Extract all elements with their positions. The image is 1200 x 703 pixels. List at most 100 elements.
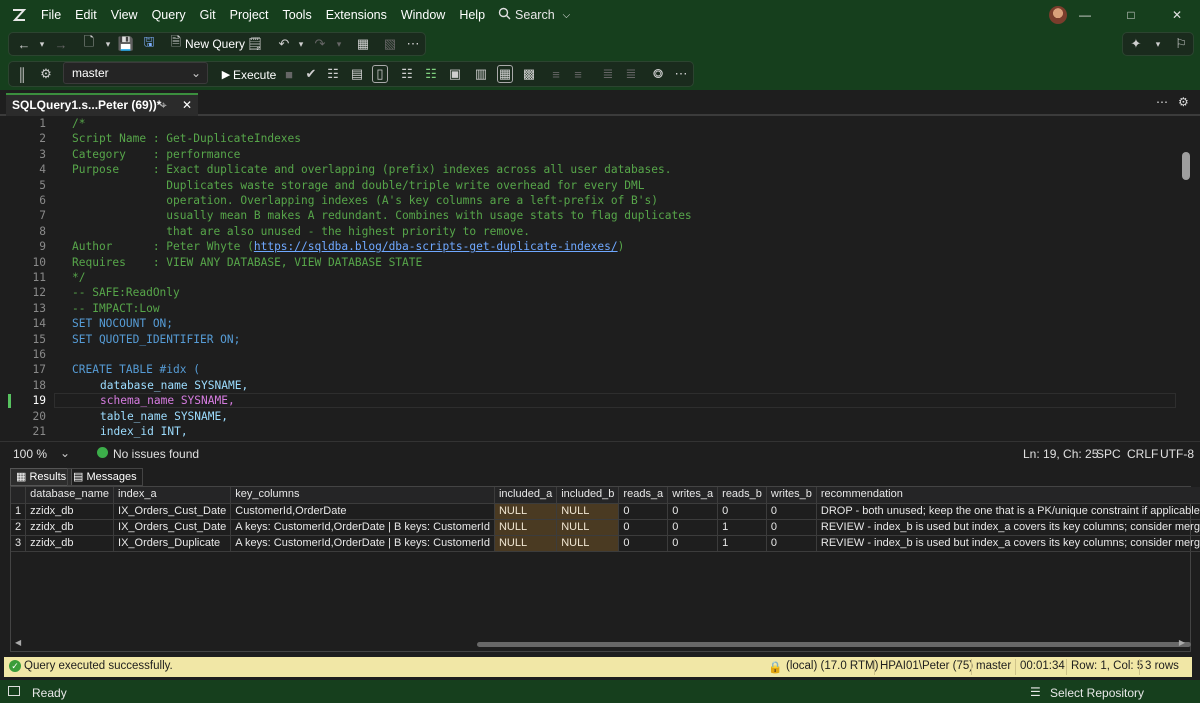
- activity-monitor-icon[interactable]: ▦: [355, 36, 371, 52]
- encoding[interactable]: UTF-8: [1160, 447, 1194, 461]
- scrollbar-thumb[interactable]: [477, 642, 1191, 647]
- cell[interactable]: 0: [618, 535, 669, 552]
- forward-icon[interactable]: →: [53, 36, 69, 52]
- decrease-indent-icon[interactable]: ≣: [600, 66, 616, 82]
- cell[interactable]: IX_Orders_Cust_Date: [113, 519, 232, 536]
- cell[interactable]: 0: [667, 535, 719, 552]
- column-header[interactable]: reads_b: [717, 487, 767, 504]
- menu-extensions[interactable]: Extensions: [319, 0, 394, 30]
- copilot-icon[interactable]: ✦: [1128, 36, 1144, 52]
- live-stats-icon[interactable]: ☷: [423, 66, 439, 82]
- cell[interactable]: 0: [667, 503, 719, 520]
- menu-query[interactable]: Query: [145, 0, 193, 30]
- table-row[interactable]: 1 zzidx_db IX_Orders_Cust_Date CustomerI…: [11, 503, 1200, 520]
- search-box[interactable]: Search ⌵: [498, 7, 570, 23]
- zoom-select[interactable]: 100 %: [13, 447, 47, 461]
- author-link[interactable]: https://sqldba.blog/dba-scripts-get-dupl…: [254, 240, 618, 253]
- chevron-down-icon[interactable]: ▾: [331, 36, 347, 52]
- table-row[interactable]: 3 zzidx_db IX_Orders_Duplicate A keys: C…: [11, 535, 1200, 552]
- cell[interactable]: A keys: CustomerId,OrderDate | B keys: C…: [230, 519, 495, 536]
- change-connection-icon[interactable]: ⚙: [38, 66, 54, 82]
- tab-sqlquery1[interactable]: SQLQuery1.s...Peter (69))* ⌖ ✕: [6, 93, 198, 116]
- back-icon[interactable]: ←: [16, 36, 32, 52]
- chevron-down-icon[interactable]: ▾: [1150, 36, 1166, 52]
- cell[interactable]: 0: [667, 519, 719, 536]
- increase-indent-icon[interactable]: ≣: [623, 66, 639, 82]
- execute-button[interactable]: Execute: [233, 68, 276, 82]
- share-icon[interactable]: ⚐: [1173, 36, 1189, 52]
- cell[interactable]: IX_Orders_Duplicate: [113, 535, 232, 552]
- menu-help[interactable]: Help: [452, 0, 492, 30]
- object-explorer-icon[interactable]: ▧: [382, 36, 398, 52]
- cell-null[interactable]: NULL: [556, 535, 620, 552]
- chevron-down-icon[interactable]: ▾: [100, 36, 116, 52]
- menu-file[interactable]: File: [34, 0, 68, 30]
- close-tab-icon[interactable]: ✕: [182, 95, 192, 115]
- specify-values-icon[interactable]: ⭗: [650, 66, 666, 82]
- cell[interactable]: 0: [717, 503, 767, 520]
- redo-icon[interactable]: ↷: [312, 36, 328, 52]
- cell-null[interactable]: NULL: [494, 519, 558, 536]
- menu-window[interactable]: Window: [394, 0, 452, 30]
- save-icon[interactable]: 💾: [118, 36, 134, 52]
- cell-null[interactable]: NULL: [556, 519, 620, 536]
- tab-results[interactable]: ▦ Results: [10, 468, 73, 486]
- cell[interactable]: CustomerId,OrderDate: [230, 503, 495, 520]
- line-ending[interactable]: CRLF: [1127, 447, 1158, 461]
- menu-edit[interactable]: Edit: [68, 0, 104, 30]
- client-stats-icon[interactable]: ▣: [447, 66, 463, 82]
- connect-icon[interactable]: ║: [14, 66, 30, 82]
- results-to-text-icon[interactable]: ▯: [372, 65, 388, 83]
- cell[interactable]: zzidx_db: [25, 503, 115, 520]
- results-to-file-icon[interactable]: ▥: [473, 66, 489, 82]
- column-header[interactable]: reads_a: [618, 487, 669, 504]
- execute-icon[interactable]: ▶: [218, 66, 234, 82]
- whitespace-mode[interactable]: SPC: [1096, 447, 1121, 461]
- cell[interactable]: A keys: CustomerId,OrderDate | B keys: C…: [230, 535, 495, 552]
- row-number[interactable]: 2: [11, 519, 27, 536]
- new-file-icon[interactable]: 🗋: [81, 34, 97, 52]
- editor-scrollbar[interactable]: [1182, 152, 1190, 180]
- new-query-icon[interactable]: 🗎: [168, 34, 184, 52]
- cell[interactable]: DROP - both unused; keep the one that is…: [816, 503, 1200, 520]
- more-icon[interactable]: ⋯: [673, 66, 689, 82]
- column-header[interactable]: included_b: [556, 487, 620, 504]
- results-to-grid-icon[interactable]: ▦: [497, 65, 513, 83]
- uncomment-icon[interactable]: ≡: [570, 66, 586, 82]
- cell[interactable]: zzidx_db: [25, 535, 115, 552]
- cell[interactable]: 0: [618, 503, 669, 520]
- more-icon[interactable]: ⋯: [405, 36, 421, 52]
- close-button[interactable]: ✕: [1154, 0, 1200, 30]
- column-header[interactable]: writes_a: [667, 487, 719, 504]
- cell[interactable]: REVIEW - index_b is used but index_a cov…: [816, 519, 1200, 536]
- maximize-button[interactable]: □: [1108, 0, 1154, 30]
- chevron-down-icon[interactable]: ▾: [34, 36, 50, 52]
- row-number[interactable]: 3: [11, 535, 27, 552]
- include-plan-icon[interactable]: ☷: [399, 66, 415, 82]
- minimize-button[interactable]: —: [1062, 0, 1108, 30]
- tab-messages[interactable]: ▤ Messages: [67, 468, 143, 486]
- chevron-down-icon[interactable]: ⌄: [60, 446, 70, 460]
- pin-icon[interactable]: ⌖: [160, 95, 167, 115]
- tab-overflow-icon[interactable]: ⋯: [1156, 95, 1168, 109]
- gear-icon[interactable]: ⚙: [1178, 95, 1189, 109]
- column-header[interactable]: key_columns: [230, 487, 495, 504]
- scroll-right-icon[interactable]: ▶: [1179, 638, 1185, 647]
- cell[interactable]: 0: [618, 519, 669, 536]
- cell[interactable]: 1: [717, 535, 767, 552]
- column-header[interactable]: index_a: [113, 487, 232, 504]
- menu-git[interactable]: Git: [193, 0, 223, 30]
- query-file-icon[interactable]: 🗒: [247, 36, 264, 52]
- cell[interactable]: 1: [717, 519, 767, 536]
- menu-view[interactable]: View: [104, 0, 145, 30]
- chevron-down-icon[interactable]: ▾: [293, 36, 309, 52]
- cell-null[interactable]: NULL: [494, 503, 558, 520]
- results-pane-icon[interactable]: ▩: [521, 66, 537, 82]
- table-row[interactable]: 2 zzidx_db IX_Orders_Cust_Date A keys: C…: [11, 519, 1200, 536]
- grid-horizontal-scrollbar[interactable]: ◀ ▶: [15, 638, 1191, 649]
- cell[interactable]: zzidx_db: [25, 519, 115, 536]
- scroll-left-icon[interactable]: ◀: [15, 638, 21, 647]
- column-header[interactable]: writes_b: [766, 487, 817, 504]
- cell-null[interactable]: NULL: [494, 535, 558, 552]
- display-plan-icon[interactable]: ☷: [325, 66, 341, 82]
